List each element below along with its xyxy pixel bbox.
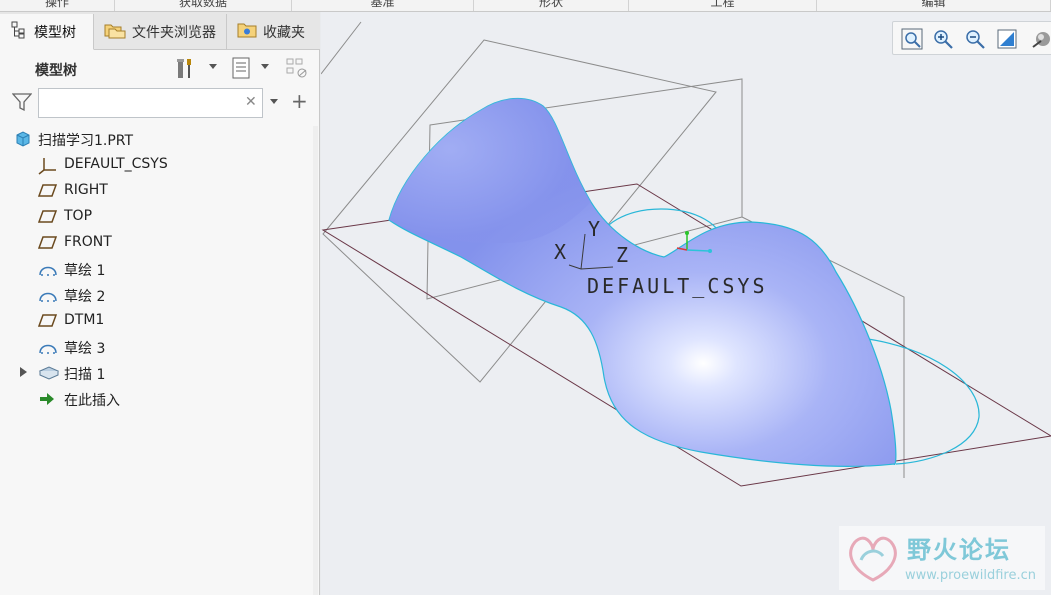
tab-label: 模型树 — [34, 24, 76, 41]
watermark: 野火论坛 www.proewildfire.cn — [839, 526, 1045, 590]
tree-item-label: 在此插入 — [64, 393, 120, 409]
sketch-icon — [38, 261, 57, 277]
csys-icon — [38, 157, 56, 175]
settings-dropdown-caret[interactable] — [209, 64, 217, 69]
tree-filter-icon[interactable] — [282, 55, 312, 81]
tree-item-right[interactable]: RIGHT — [0, 178, 318, 204]
tree-item-sweep-1[interactable]: 扫描 1 — [0, 360, 318, 386]
view-toolbar — [892, 21, 1051, 55]
ribbon-group-editing[interactable]: 编辑 — [817, 0, 1051, 11]
tree-item-label: TOP — [64, 208, 93, 224]
navigator-panel: 模型树 文件夹浏览器 收藏夹 模型树 ✕ + 扫描学习1.PRT DEFAULT… — [0, 12, 320, 595]
ribbon-group-engineering[interactable]: 工程 — [629, 0, 817, 11]
datum-plane-icon — [37, 183, 58, 199]
tree-item-top[interactable]: TOP — [0, 204, 318, 230]
datum-plane-icon — [37, 235, 58, 251]
show-list-icon[interactable] — [228, 55, 254, 81]
model-tree-title: 模型树 — [35, 63, 77, 79]
tree-item-label: 草绘 2 — [64, 289, 106, 305]
tab-label: 收藏夹 — [263, 25, 305, 41]
tree-item-label: DEFAULT_CSYS — [64, 156, 168, 172]
tree-item-sketch-2[interactable]: 草绘 2 — [0, 282, 318, 308]
tree-item-sketch-3[interactable]: 草绘 3 — [0, 334, 318, 360]
settings-tools-icon[interactable] — [172, 55, 200, 81]
tab-model-tree[interactable]: 模型树 — [0, 14, 94, 50]
display-style-icon[interactable] — [1027, 27, 1051, 51]
filter-bar: ✕ + — [0, 86, 320, 120]
tree-item-label: FRONT — [64, 234, 112, 250]
sketch-icon — [38, 339, 57, 355]
csys-name-label: DEFAULT_CSYS — [587, 274, 768, 298]
tree-item-sketch-1[interactable]: 草绘 1 — [0, 256, 318, 282]
tab-folder-browser[interactable]: 文件夹浏览器 — [94, 14, 227, 50]
watermark-url: www.proewildfire.cn — [905, 568, 1036, 583]
ribbon-group-shapes[interactable]: 形状 — [474, 0, 629, 11]
tree-item-label: 草绘 3 — [64, 341, 106, 357]
tree-item-insert-here[interactable]: 在此插入 — [0, 386, 318, 412]
insert-here-icon — [38, 391, 56, 407]
model-tree: 扫描学习1.PRT DEFAULT_CSYS RIGHT TOP FRONT 草… — [0, 126, 318, 412]
model-graphics: X Y Z DEFAULT_CSYS — [321, 21, 1051, 487]
ribbon-group-get-data[interactable]: 获取数据 — [115, 0, 292, 11]
add-icon[interactable]: + — [291, 91, 308, 111]
show-dropdown-caret[interactable] — [261, 64, 269, 69]
favorites-icon — [237, 21, 257, 43]
axis-z-label: Z — [616, 243, 628, 267]
datum-plane-icon — [37, 313, 58, 329]
proe-window: 操作 获取数据 基准 形状 工程 编辑 模型树 文件夹浏览器 收藏夹 模型树 ✕… — [0, 0, 1051, 595]
tree-item-label: 草绘 1 — [64, 263, 106, 279]
tree-item-part[interactable]: 扫描学习1.PRT — [0, 126, 318, 152]
datum-plane-icon — [37, 209, 58, 225]
expand-chevron-icon[interactable] — [20, 367, 27, 377]
tab-label: 文件夹浏览器 — [132, 25, 216, 41]
tree-item-csys[interactable]: DEFAULT_CSYS — [0, 152, 318, 178]
zoom-fit-icon[interactable] — [900, 27, 924, 51]
repaint-icon[interactable] — [995, 27, 1019, 51]
tree-item-label: DTM1 — [64, 312, 105, 328]
tree-item-front[interactable]: FRONT — [0, 230, 318, 256]
tree-item-dtm1[interactable]: DTM1 — [0, 308, 318, 334]
watermark-logo — [849, 536, 897, 582]
zoom-out-icon[interactable] — [963, 27, 987, 51]
axis-y-label: Y — [588, 217, 600, 241]
search-input[interactable] — [38, 88, 263, 118]
sweep-icon — [38, 365, 60, 381]
folder-browser-icon — [104, 21, 126, 43]
navigator-tabs: 模型树 文件夹浏览器 收藏夹 — [0, 12, 320, 50]
tab-favorites[interactable]: 收藏夹 — [227, 14, 320, 50]
filter-dropdown-caret[interactable] — [270, 99, 278, 104]
tree-item-label: 扫描 1 — [64, 367, 106, 383]
sketch-icon — [38, 287, 57, 303]
tree-item-label: 扫描学习1.PRT — [38, 133, 134, 149]
ribbon-group-datum[interactable]: 基准 — [292, 0, 474, 11]
part-icon — [14, 131, 32, 147]
model-tree-icon — [10, 21, 28, 43]
graphics-viewport[interactable]: X Y Z DEFAULT_CSYS 野火论坛 www.proewildfire… — [321, 12, 1051, 595]
ribbon: 操作 获取数据 基准 形状 工程 编辑 — [0, 0, 1051, 12]
panel-scrollbar[interactable] — [313, 126, 318, 595]
ribbon-group-operations[interactable]: 操作 — [0, 0, 115, 11]
clear-icon[interactable]: ✕ — [245, 94, 257, 110]
watermark-title: 野火论坛 — [907, 536, 1011, 564]
model-tree-toolbar: 模型树 — [0, 50, 320, 86]
axis-x-label: X — [554, 240, 566, 264]
filter-funnel-icon[interactable] — [11, 92, 33, 116]
tree-item-label: RIGHT — [64, 182, 108, 198]
zoom-in-icon[interactable] — [931, 27, 955, 51]
